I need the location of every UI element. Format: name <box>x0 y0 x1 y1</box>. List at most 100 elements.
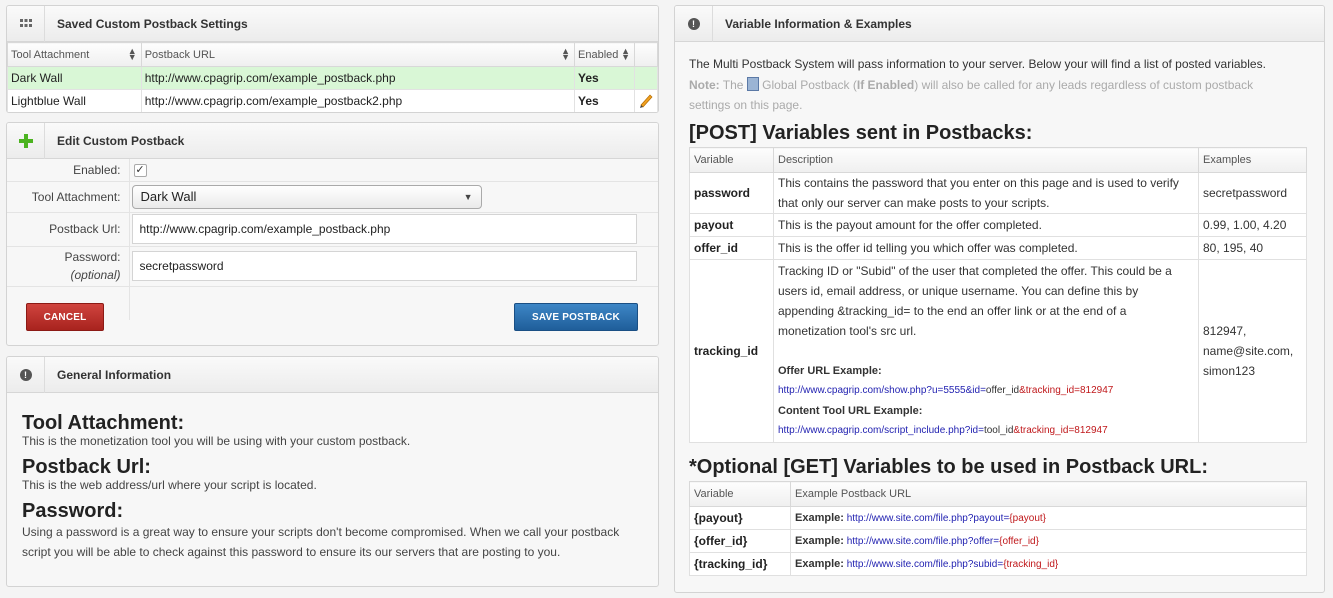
password-label: Password: <box>64 250 121 264</box>
table-row: tracking_id Tracking ID or "Subid" of th… <box>689 259 1307 443</box>
intro-text: The Multi Postback System will pass info… <box>689 57 1266 71</box>
column-header-example-url: Example Postback URL <box>790 481 1307 507</box>
column-header-examples: Examples <box>1198 147 1307 173</box>
get-variables-heading: *Optional [GET] Variables to be used in … <box>689 456 1208 478</box>
edit-postback-panel: Edit Custom Postback Enabled: ✓ Tool Att… <box>6 122 659 346</box>
postback-url-input[interactable]: http://www.cpagrip.com/example_postback.… <box>131 214 637 244</box>
example-url: Example: http://www.site.com/file.php?of… <box>790 529 1307 553</box>
edit-pencil-icon[interactable] <box>638 93 654 111</box>
table-row: {offer_id} Example: http://www.site.com/… <box>689 529 1307 553</box>
variable-name: tracking_id <box>689 259 774 443</box>
variable-name: payout <box>689 213 774 237</box>
table-row: password This contains the password that… <box>689 172 1307 214</box>
section-heading: Tool Attachment: <box>22 412 185 434</box>
cell-enabled: Yes <box>574 89 635 112</box>
note-text: Note: The Global Postback (If Enabled) w… <box>689 77 1254 112</box>
cell-enabled: Yes <box>574 66 635 90</box>
variable-description: Tracking ID or "Subid" of the user that … <box>773 259 1199 443</box>
example-url: Example: http://www.site.com/file.php?su… <box>790 552 1307 576</box>
variable-name: offer_id <box>689 236 774 260</box>
global-postback-icon <box>746 77 759 91</box>
note-label: Note: <box>689 78 720 92</box>
variable-example: secretpassword <box>1198 172 1307 214</box>
variable-example: 80, 195, 40 <box>1198 236 1307 260</box>
enabled-checkbox[interactable]: ✓ <box>133 164 147 178</box>
variable-info-body: The Multi Postback System will pass info… <box>675 42 1324 576</box>
cell-tool: Dark Wall <box>7 66 142 90</box>
column-header-enabled[interactable]: Enabled ▲ ▼ <box>574 42 635 67</box>
section-text: Using a password is a great way to ensur… <box>22 525 620 559</box>
info-icon: ! <box>7 357 45 393</box>
save-postback-button[interactable]: SAVE POSTBACK <box>514 303 638 331</box>
edit-postback-title: Edit Custom Postback <box>57 133 185 148</box>
variable-description: This is the payout amount for the offer … <box>773 213 1199 237</box>
variable-name: {payout} <box>689 506 791 530</box>
table-row: offer_id This is the offer id telling yo… <box>689 236 1307 260</box>
column-header-description: Description <box>773 147 1199 173</box>
variable-name: {tracking_id} <box>689 552 791 576</box>
get-variables-table: Variable Example Postback URL {payout} E… <box>689 481 1307 576</box>
plus-icon <box>7 123 45 159</box>
edit-postback-form: Enabled: ✓ Tool Attachment: Dark Wall ▼ … <box>7 159 658 320</box>
variable-info-title: Variable Information & Examples <box>725 16 912 31</box>
grid-icon <box>7 6 45 42</box>
variable-description: This contains the password that you ente… <box>773 172 1199 214</box>
edit-postback-header: Edit Custom Postback <box>7 123 658 159</box>
cell-url: http://www.cpagrip.com/example_postback.… <box>140 66 576 90</box>
saved-postbacks-header: Saved Custom Postback Settings <box>7 6 658 42</box>
general-info-header: ! General Information <box>7 357 658 393</box>
tool-attachment-select[interactable]: Dark Wall ▼ <box>131 184 482 209</box>
post-variables-table: Variable Description Examples password T… <box>689 147 1307 443</box>
saved-postbacks-table: Tool Attachment ▲ ▼ Postback URL ▲ ▼ Enabled… <box>7 42 658 112</box>
table-row: {payout} Example: http://www.site.com/fi… <box>689 506 1307 530</box>
chevron-down-icon: ▼ <box>463 191 473 202</box>
example-url: Example: http://www.site.com/file.php?pa… <box>790 506 1307 530</box>
column-header-variable: Variable <box>689 481 791 507</box>
info-icon: ! <box>675 6 713 42</box>
variable-name: password <box>689 172 774 214</box>
column-header-actions <box>634 42 658 67</box>
cancel-button[interactable]: CANCEL <box>26 303 104 331</box>
post-variables-heading: [POST] Variables sent in Postbacks: <box>689 122 1033 144</box>
general-info-title: General Information <box>57 367 172 382</box>
saved-postbacks-panel: Saved Custom Postback Settings Tool Atta… <box>6 5 659 113</box>
column-header-url[interactable]: Postback URL ▲ ▼ <box>140 42 576 67</box>
password-input[interactable]: secretpassword <box>131 251 637 281</box>
password-label-cell: Password: (optional) <box>7 246 129 287</box>
cell-actions <box>634 66 658 90</box>
variable-example: 0.99, 1.00, 4.20 <box>1198 213 1307 237</box>
postback-url-label: Postback Url: <box>7 212 129 247</box>
table-row[interactable]: Dark Wall http://www.cpagrip.com/example… <box>7 66 658 90</box>
content-url-example-label: Content Tool URL Example: <box>778 405 923 417</box>
offer-url-example-label: Offer URL Example: <box>778 365 882 377</box>
content-url-example: http://www.cpagrip.com/script_include.ph… <box>778 425 1108 436</box>
cell-url: http://www.cpagrip.com/example_postback2… <box>140 89 576 112</box>
section-heading: Postback Url: <box>22 456 151 478</box>
tool-attachment-label: Tool Attachment: <box>7 181 129 213</box>
variable-name: {offer_id} <box>689 529 791 553</box>
column-header-variable: Variable <box>689 147 774 173</box>
tool-attachment-value: Dark Wall <box>140 189 197 204</box>
sort-icon[interactable]: ▲ ▼ <box>561 47 570 62</box>
section-heading: Password: <box>22 500 124 522</box>
section-text: This is the monetization tool you will b… <box>22 434 411 448</box>
variable-description: This is the offer id telling you which o… <box>773 236 1199 260</box>
sort-icon[interactable]: ▲ ▼ <box>128 47 137 62</box>
section-text: This is the web address/url where your s… <box>22 478 317 492</box>
general-info-body: Tool Attachment: This is the monetizatio… <box>7 393 658 562</box>
variable-info-header: ! Variable Information & Examples <box>675 6 1324 42</box>
password-optional-label: (optional) <box>70 268 121 282</box>
cell-tool: Lightblue Wall <box>7 89 142 112</box>
sort-icon[interactable]: ▲ ▼ <box>621 47 630 62</box>
general-info-panel: ! General Information Tool Attachment: T… <box>6 356 659 587</box>
variable-example: 812947, name@site.com, simon123 <box>1198 259 1307 443</box>
offer-url-example: http://www.cpagrip.com/show.php?u=5555&i… <box>778 385 1114 396</box>
table-row[interactable]: Lightblue Wall http://www.cpagrip.com/ex… <box>7 89 658 112</box>
cell-actions <box>634 89 658 112</box>
column-header-tool[interactable]: Tool Attachment ▲ ▼ <box>7 42 142 67</box>
table-row: {tracking_id} Example: http://www.site.c… <box>689 552 1307 576</box>
saved-postbacks-title: Saved Custom Postback Settings <box>57 16 248 31</box>
table-row: payout This is the payout amount for the… <box>689 213 1307 237</box>
enabled-label: Enabled: <box>7 159 129 182</box>
variable-info-panel: ! Variable Information & Examples The Mu… <box>674 5 1325 593</box>
